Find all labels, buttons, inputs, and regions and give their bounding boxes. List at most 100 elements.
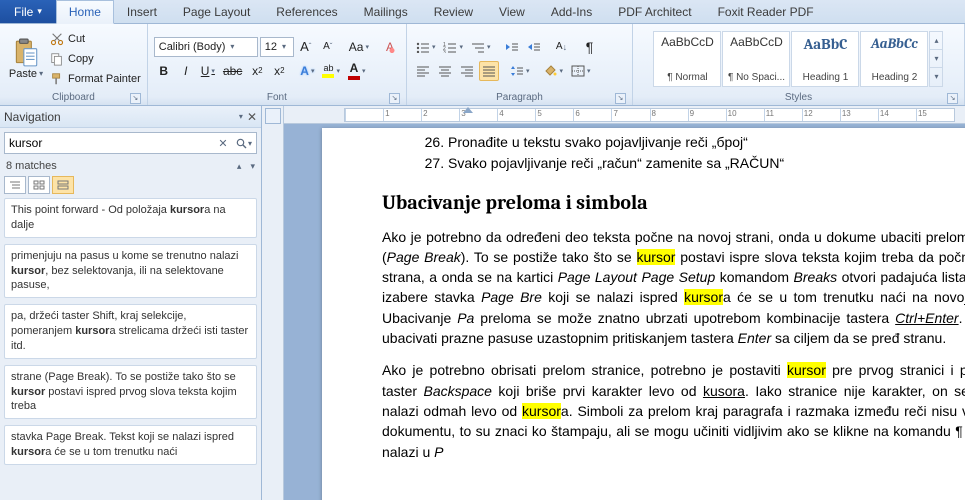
chevron-down-icon: ▾ — [227, 42, 237, 51]
pilcrow-label: ¶ — [586, 39, 594, 55]
paste-button[interactable]: Paste▾ — [6, 28, 46, 90]
tab-mailings[interactable]: Mailings — [351, 0, 421, 23]
search-clear-button[interactable]: ✕ — [214, 137, 232, 150]
style-heading-2[interactable]: AaBbCcHeading 2 — [860, 31, 928, 87]
nav-match-count: 8 matches — [6, 160, 57, 172]
tab-home[interactable]: Home — [56, 0, 114, 24]
increase-indent-button[interactable] — [524, 37, 544, 57]
tab-pdf-architect[interactable]: PDF Architect — [605, 0, 704, 23]
svg-text:3: 3 — [443, 50, 446, 53]
tab-mailings-label: Mailings — [364, 5, 408, 19]
bullets-button[interactable] — [413, 37, 439, 57]
style-heading-1[interactable]: AaBbCHeading 1 — [791, 31, 859, 87]
font-name-combo[interactable]: Calibri (Body)▾ — [154, 37, 258, 57]
horizontal-ruler[interactable]: 123456789101112131415 — [284, 106, 965, 124]
tab-review[interactable]: Review — [421, 0, 486, 23]
search-input[interactable] — [5, 136, 214, 150]
doc-text: Ako je potrebno obrisati prelom stranice… — [382, 362, 787, 378]
strike-button[interactable]: abc — [220, 61, 245, 81]
nav-result-item[interactable]: pa, držeći taster Shift, kraj selekcije,… — [4, 304, 257, 359]
doc-text: . Nikada — [959, 310, 965, 326]
shrink-font-button[interactable]: Aˇ — [318, 37, 338, 57]
styles-launcher[interactable]: ↘ — [947, 93, 958, 104]
clear-formatting-button[interactable]: A — [380, 37, 400, 57]
decrease-indent-button[interactable] — [502, 37, 522, 57]
numbering-button[interactable]: 123 — [440, 37, 466, 57]
document-page[interactable]: Pronađite u tekstu svako pojavljivanje r… — [322, 128, 965, 500]
tab-page-layout[interactable]: Page Layout — [170, 0, 263, 23]
file-tab[interactable]: File ▾ — [0, 0, 56, 23]
grow-font-label: A — [300, 39, 309, 54]
styles-gallery: AaBbCcD¶ Normal AaBbCcD¶ No Spaci... AaB… — [653, 29, 943, 89]
clipboard-launcher[interactable]: ↘ — [130, 93, 141, 104]
show-hide-button[interactable]: ¶ — [580, 37, 600, 57]
nav-view-results[interactable] — [52, 176, 74, 194]
sort-button[interactable]: A↓ — [552, 37, 572, 57]
nav-result-item[interactable]: stavka Page Break. Tekst koji se nalazi … — [4, 425, 257, 465]
font-size-combo[interactable]: 12▾ — [260, 37, 294, 57]
font-color-button[interactable]: A — [345, 61, 369, 81]
styles-scroll-up[interactable]: ▴ — [930, 32, 942, 50]
nav-close-button[interactable]: ✕ — [247, 110, 257, 124]
list-item-text: Pronađite u tekstu svako pojavljivanje r… — [448, 134, 748, 150]
first-line-indent-marker[interactable] — [463, 107, 473, 113]
shading-button[interactable] — [540, 61, 566, 81]
bold-button[interactable]: B — [154, 61, 174, 81]
copy-button[interactable]: Copy — [50, 50, 141, 68]
paint-bucket-icon — [543, 65, 557, 77]
nav-menu-button[interactable]: ▾ — [239, 112, 243, 121]
file-tab-label: File — [14, 5, 33, 19]
tab-view-label: View — [499, 5, 525, 19]
tab-foxit[interactable]: Foxit Reader PDF — [705, 0, 827, 23]
change-case-button[interactable]: Aa — [346, 37, 372, 57]
nav-result-item[interactable]: primenjuju na pasus u kome se trenutno n… — [4, 244, 257, 299]
superscript-button[interactable]: x2 — [269, 61, 289, 81]
tab-references[interactable]: References — [263, 0, 350, 23]
line-spacing-button[interactable] — [507, 61, 533, 81]
doc-text: Ako je potrebno da određeni deo teksta p… — [382, 229, 876, 245]
nav-view-headings[interactable] — [4, 176, 26, 194]
styles-group-label: Styles — [785, 92, 812, 103]
headings-view-icon — [9, 180, 21, 190]
styles-scroll-down[interactable]: ▾ — [930, 50, 942, 68]
vertical-ruler[interactable] — [262, 106, 284, 500]
list-item-text: Svako pojavljivanje reči „račun“ zamenit… — [448, 155, 784, 171]
underline-button[interactable]: U — [198, 61, 218, 81]
borders-button[interactable] — [568, 61, 594, 81]
doc-highlight: kursor — [787, 362, 826, 378]
style-normal[interactable]: AaBbCcD¶ Normal — [653, 31, 721, 87]
doc-italic: Pa — [457, 310, 474, 326]
caret-icon: ▾ — [39, 69, 43, 78]
style-no-spacing[interactable]: AaBbCcD¶ No Spaci... — [722, 31, 790, 87]
tab-page-layout-label: Page Layout — [183, 5, 250, 19]
align-left-button[interactable] — [413, 61, 433, 81]
paragraph-launcher[interactable]: ↘ — [615, 93, 626, 104]
nav-prev-match[interactable]: ▴ — [237, 161, 242, 171]
tab-addins[interactable]: Add-Ins — [538, 0, 605, 23]
tab-insert[interactable]: Insert — [114, 0, 170, 23]
align-right-button[interactable] — [457, 61, 477, 81]
result-hit: kursor — [11, 446, 45, 458]
tab-view[interactable]: View — [486, 0, 538, 23]
tab-review-label: Review — [434, 5, 473, 19]
highlight-color-button[interactable]: ab — [319, 61, 343, 81]
nav-next-match[interactable]: ▾ — [250, 161, 255, 171]
text-effects-button[interactable]: A — [297, 61, 317, 81]
search-options-button[interactable]: ▾ — [232, 138, 256, 149]
grow-font-button[interactable]: Aˆ — [296, 37, 316, 57]
nav-result-item[interactable]: This point forward - Od položaja kursora… — [4, 198, 257, 238]
styles-expand[interactable]: ▾ — [930, 68, 942, 85]
format-painter-button[interactable]: Format Painter — [50, 70, 141, 88]
cut-button[interactable]: Cut — [50, 30, 141, 48]
list-item: Pronađite u tekstu svako pojavljivanje r… — [448, 132, 965, 152]
multilevel-list-button[interactable] — [468, 37, 494, 57]
nav-result-item[interactable]: strane (Page Break). To se postiže tako … — [4, 365, 257, 420]
strike-label: abc — [223, 64, 242, 78]
justify-button[interactable] — [479, 61, 499, 81]
font-launcher[interactable]: ↘ — [389, 93, 400, 104]
align-center-icon — [438, 65, 452, 77]
align-center-button[interactable] — [435, 61, 455, 81]
subscript-button[interactable]: x2 — [247, 61, 267, 81]
nav-view-pages[interactable] — [28, 176, 50, 194]
italic-button[interactable]: I — [176, 61, 196, 81]
